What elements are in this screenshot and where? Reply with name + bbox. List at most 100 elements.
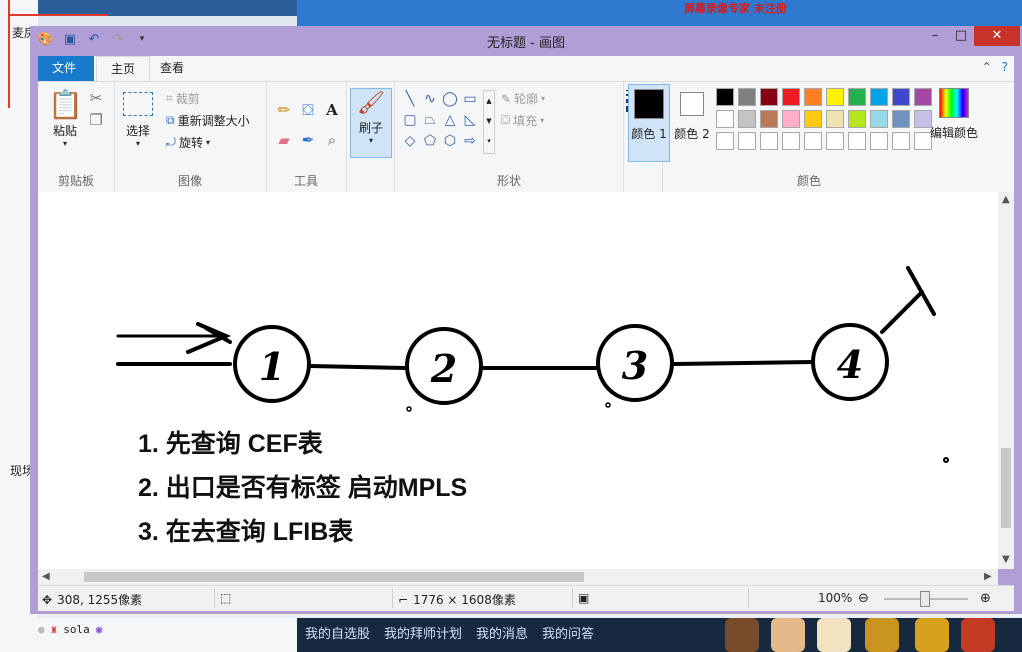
bottom-link-stocks[interactable]: 我的自选股 [305, 623, 370, 642]
palette-swatch[interactable] [716, 88, 734, 106]
palette-swatch[interactable] [760, 110, 778, 128]
zoom-slider-thumb[interactable] [920, 591, 930, 607]
oval-shape-icon[interactable]: ◯ [441, 90, 459, 108]
help-icon[interactable]: ? [1002, 60, 1008, 74]
custom-color-slot[interactable] [826, 132, 844, 150]
rectangle-shape-icon[interactable]: ▭ [461, 90, 479, 108]
pencil-icon[interactable]: ✏ [274, 100, 294, 120]
tab-file[interactable]: 文件 [38, 56, 94, 81]
palette-swatch[interactable] [738, 110, 756, 128]
text-tool-icon[interactable]: A [322, 100, 342, 120]
custom-color-slot[interactable] [738, 132, 756, 150]
paste-button[interactable]: 📋 粘贴 ▾ [48, 88, 83, 148]
bull-icon[interactable] [865, 618, 899, 652]
drawing-canvas[interactable]: 1 2 3 4 1. 先查询 CEF表 2. 出口是否有标签 启动MPLS 3.… [38, 192, 998, 569]
coffee-icon[interactable] [817, 618, 851, 652]
zoom-in-button[interactable]: ⊕ [980, 591, 991, 606]
palette-swatch[interactable] [716, 110, 734, 128]
pentagon-shape-icon[interactable]: ⬠ [421, 132, 439, 150]
shapes-scroll[interactable]: ▲ ▼ ▾ [483, 90, 495, 154]
eraser-icon[interactable]: ▰ [274, 130, 294, 150]
magnifier-icon[interactable]: ⌕ [322, 130, 342, 150]
color1-button[interactable]: 颜色 1 [628, 84, 670, 162]
custom-color-slot[interactable] [760, 132, 778, 150]
horizontal-scroll-thumb[interactable] [84, 572, 584, 582]
scroll-up-icon[interactable]: ▲ [1002, 194, 1010, 205]
bottom-link-messages[interactable]: 我的消息 [476, 623, 528, 642]
palette-swatch[interactable] [804, 88, 822, 106]
thumbs-up-icon[interactable] [771, 618, 805, 652]
minimize-button[interactable]: – [922, 26, 948, 46]
vertical-scroll-thumb[interactable] [1001, 448, 1011, 528]
shapes-gallery[interactable]: ╲ ∿ ◯ ▭ ▢ ⏢ △ ◺ ◇ ⬠ ⬡ ⇨ [401, 90, 489, 152]
diamond-shape-icon[interactable]: ◇ [401, 132, 419, 150]
color-picker-icon[interactable]: ✒ [298, 130, 318, 150]
palette-swatch[interactable] [804, 110, 822, 128]
user-icon: ♜ [50, 623, 58, 636]
resize-button[interactable]: ⧉ 重新调整大小 [166, 112, 250, 129]
right-triangle-shape-icon[interactable]: ◺ [461, 111, 479, 129]
brushes-button[interactable]: 🖌 刷子 ▾ [350, 88, 392, 158]
close-button[interactable]: ✕ [974, 26, 1020, 46]
custom-color-slot[interactable] [892, 132, 910, 150]
palette-swatch[interactable] [892, 88, 910, 106]
select-dropdown-icon: ▾ [135, 139, 140, 148]
edit-colors-button[interactable]: 编辑颜色 [928, 88, 980, 141]
zoom-out-button[interactable]: ⊖ [858, 591, 869, 606]
custom-color-slot[interactable] [782, 132, 800, 150]
palette-swatch[interactable] [826, 88, 844, 106]
user-row[interactable]: ● ♜ sola ◉ [38, 623, 102, 636]
outline-button[interactable]: ✎ 轮廓 ▾ [501, 90, 545, 107]
tools-group: ✏ ⛋ A ▰ ✒ ⌕ 工具 [266, 82, 347, 192]
status-separator [214, 589, 215, 608]
bottom-link-qa[interactable]: 我的问答 [542, 623, 594, 642]
custom-color-slot[interactable] [716, 132, 734, 150]
selection-icon: ⬚ [220, 591, 232, 605]
rounded-rectangle-shape-icon[interactable]: ▢ [401, 111, 419, 129]
triangle-shape-icon[interactable]: △ [441, 111, 459, 129]
custom-color-slot[interactable] [870, 132, 888, 150]
custom-color-slot[interactable] [804, 132, 822, 150]
copy-icon[interactable]: ❐ [86, 110, 106, 130]
palette-swatch[interactable] [782, 88, 800, 106]
scroll-down-icon[interactable]: ▼ [1002, 554, 1010, 565]
line-shape-icon[interactable]: ╲ [401, 90, 419, 108]
scroll-right-icon[interactable]: ▶ [984, 571, 992, 582]
fill-bucket-icon[interactable]: ⛋ [298, 100, 318, 120]
scroll-left-icon[interactable]: ◀ [42, 571, 50, 582]
palette-swatch[interactable] [760, 88, 778, 106]
palette-swatch[interactable] [870, 88, 888, 106]
polygon-shape-icon[interactable]: ⏢ [421, 111, 439, 129]
palette-swatch[interactable] [848, 88, 866, 106]
fortune-god-icon[interactable] [961, 618, 995, 652]
rocket-icon[interactable] [915, 618, 949, 652]
crop-button[interactable]: ⌗ 裁剪 [166, 90, 200, 107]
select-button[interactable]: 选择 ▾ [122, 90, 154, 148]
cut-icon[interactable]: ✂ [86, 88, 106, 108]
palette-swatch[interactable] [892, 110, 910, 128]
palette-swatch[interactable] [738, 88, 756, 106]
palette-swatch[interactable] [870, 110, 888, 128]
ribbon-tabs: 文件 主页 查看 ⌃ ? [38, 56, 1014, 82]
color2-button[interactable]: 颜色 2 [672, 84, 712, 160]
fill-button[interactable]: ⛋ 填充 ▾ [501, 112, 544, 129]
arrow-shape-icon[interactable]: ⇨ [461, 132, 479, 150]
palette-swatch[interactable] [782, 110, 800, 128]
stray-dot [943, 457, 949, 463]
palette-swatch[interactable] [848, 110, 866, 128]
tab-home[interactable]: 主页 [96, 56, 151, 82]
node-4-label: 4 [837, 342, 863, 387]
curve-shape-icon[interactable]: ∿ [421, 90, 439, 108]
tab-view[interactable]: 查看 [146, 56, 198, 81]
hexagon-shape-icon[interactable]: ⬡ [441, 132, 459, 150]
maximize-button[interactable]: □ [948, 26, 974, 46]
palette-swatch[interactable] [826, 110, 844, 128]
horizontal-scrollbar[interactable]: ◀ ▶ [38, 569, 998, 585]
bottom-link-mentor[interactable]: 我的拜师计划 [384, 623, 462, 642]
vertical-scrollbar[interactable]: ▲ ▼ [998, 192, 1014, 569]
rotate-button[interactable]: ⤾ 旋转 ▾ [166, 134, 210, 151]
gift-icon[interactable] [725, 618, 759, 652]
collapse-ribbon-icon[interactable]: ⌃ [982, 60, 992, 74]
paste-label: 粘贴 [52, 124, 77, 138]
custom-color-slot[interactable] [848, 132, 866, 150]
